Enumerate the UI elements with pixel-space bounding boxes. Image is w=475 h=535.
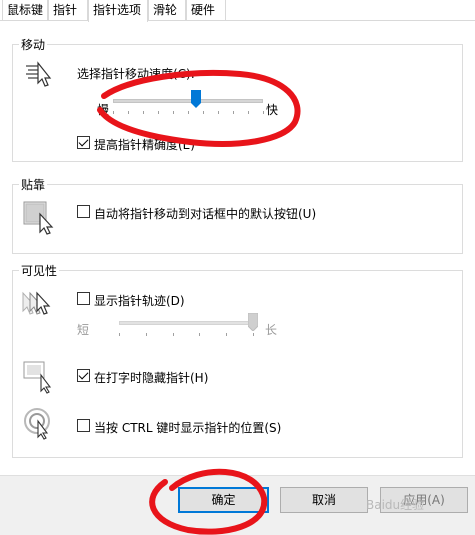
tab-pointers[interactable]: 指针 <box>48 0 88 20</box>
trails-checkbox[interactable] <box>77 292 90 305</box>
show-location-icon <box>24 408 50 440</box>
slider-tick <box>188 111 189 114</box>
snap-group-title: 贴靠 <box>19 176 48 193</box>
dialog-footer: 确定 取消 应用(A) Baidu经验 <box>0 475 475 535</box>
fast-label: 快 <box>266 103 279 117</box>
ctrl-location-label[interactable]: 当按 CTRL 键时显示指针的位置(S) <box>94 419 281 436</box>
slider-tick <box>119 333 120 336</box>
slider-tick <box>253 333 254 336</box>
slider-tick <box>158 111 159 114</box>
speed-slider-thumb[interactable] <box>190 90 201 108</box>
slider-tick <box>172 333 174 336</box>
slider-tick <box>203 111 204 114</box>
long-label: 长 <box>265 323 278 337</box>
hide-pointer-icon <box>23 361 52 394</box>
motion-group-title: 移动 <box>19 36 48 53</box>
snap-label[interactable]: 自动将指针移动到对话框中的默认按钮(U) <box>94 205 316 222</box>
ok-button[interactable]: 确定 <box>178 487 269 513</box>
motion-group: 移动 选择指针移动速度(C): 慢 快 提高指针精确度(E) <box>12 36 463 162</box>
cancel-button[interactable]: 取消 <box>280 487 368 513</box>
tab-wheel[interactable]: 滑轮 <box>148 0 186 20</box>
slider-tick <box>128 111 129 114</box>
slider-tick <box>263 111 264 114</box>
pointer-options-panel: 移动 选择指针移动速度(C): 慢 快 提高指针精确度(E) 贴靠 自动将指针移… <box>0 20 475 475</box>
pointer-trails-icon <box>22 291 51 315</box>
slider-tick <box>199 333 201 336</box>
slow-label: 慢 <box>97 103 110 117</box>
slider-tick <box>248 111 249 114</box>
visibility-group-title: 可见性 <box>19 262 60 279</box>
snap-group: 贴靠 自动将指针移动到对话框中的默认按钮(U) <box>12 176 463 254</box>
short-label: 短 <box>77 323 90 337</box>
precision-label[interactable]: 提高指针精确度(E) <box>94 136 195 153</box>
tab-strip-divider <box>0 20 475 21</box>
slider-tick <box>218 111 219 114</box>
snap-checkbox[interactable] <box>77 205 90 218</box>
tab-buttons[interactable]: 鼠标键 <box>2 0 48 20</box>
hide-while-typing-checkbox[interactable] <box>77 369 90 382</box>
trails-label[interactable]: 显示指针轨迹(D) <box>94 292 185 309</box>
ctrl-location-checkbox[interactable] <box>77 419 90 432</box>
watermark-text: Baidu经验 <box>366 498 425 512</box>
tab-hardware[interactable]: 硬件 <box>186 0 226 20</box>
slider-tick <box>173 111 174 114</box>
trails-slider-track[interactable] <box>119 321 253 325</box>
slider-tick <box>145 333 147 336</box>
slider-tick <box>113 111 114 114</box>
precision-checkbox[interactable] <box>77 136 90 149</box>
snap-to-icon <box>23 201 54 235</box>
visibility-group: 可见性 显示指针轨迹(D) 短 长 在打字时隐藏指针(H) 当按 CTRL 键时… <box>12 262 463 458</box>
slider-tick <box>143 111 144 114</box>
speed-label: 选择指针移动速度(C): <box>77 67 195 81</box>
pointer-speed-icon <box>26 61 52 87</box>
slider-tick <box>233 111 234 114</box>
speed-slider-track[interactable] <box>113 99 263 103</box>
hide-while-typing-label[interactable]: 在打字时隐藏指针(H) <box>94 369 208 386</box>
slider-tick <box>226 333 228 336</box>
trails-slider-thumb[interactable] <box>248 313 258 331</box>
tab-pointer-options[interactable]: 指针选项 <box>88 0 148 22</box>
